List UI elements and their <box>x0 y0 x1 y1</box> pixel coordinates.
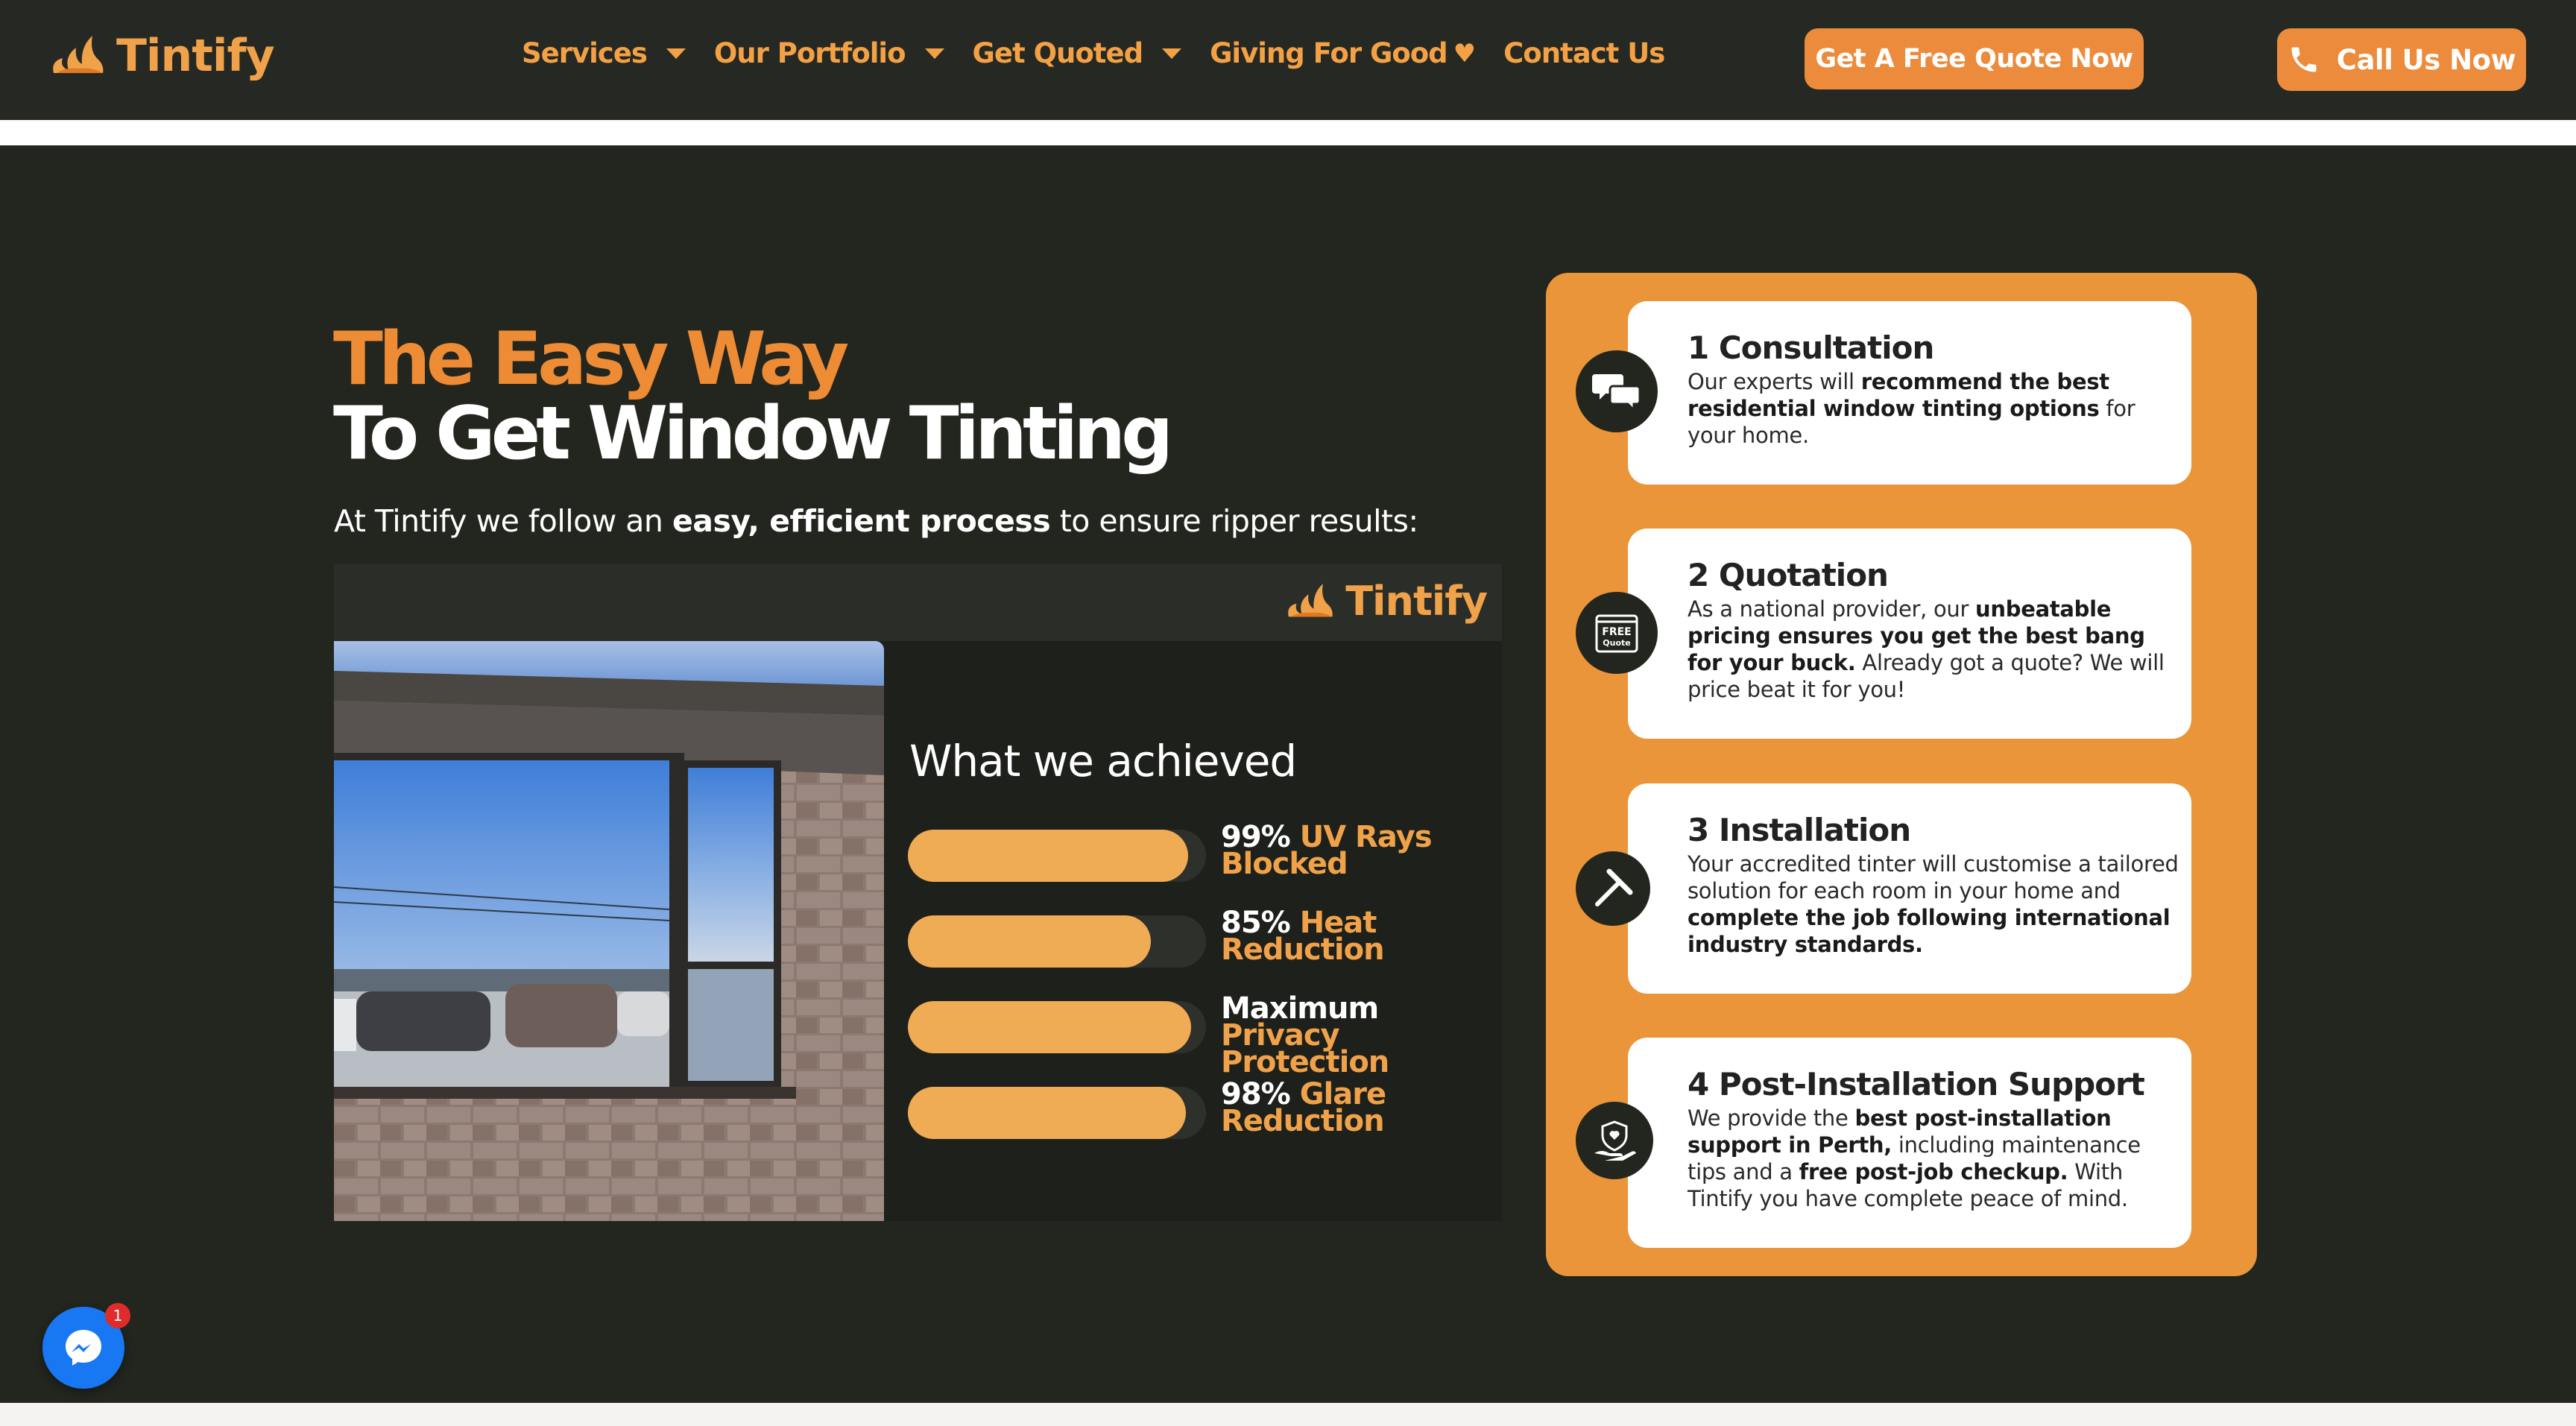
step-card-quotation: 2 Quotation As a national provider, our … <box>1628 529 2191 739</box>
stat-label: 85% Heat Reduction <box>1221 908 1489 965</box>
step-body-text: Our experts will <box>1688 369 1861 394</box>
nav-services-label: Services <box>522 37 648 69</box>
stat-bar-fill <box>908 1001 1191 1053</box>
nav-contact-label: Contact Us <box>1503 37 1665 69</box>
stat-label: 99% UV Rays Blocked <box>1221 822 1489 879</box>
nav-our-portfolio[interactable]: Our Portfolio <box>714 37 944 69</box>
messenger-icon <box>66 1330 101 1366</box>
chevron-down-icon <box>1162 48 1182 59</box>
stat-bar-fill <box>908 830 1189 882</box>
stat-uv-rays: 99% UV Rays Blocked <box>908 822 1474 883</box>
stat-label: 98% Glare Reduction <box>1221 1079 1489 1138</box>
video-logo-text: Tintify <box>1345 578 1488 625</box>
stat-label-line-2: Blocked <box>1221 847 1348 881</box>
phone-icon <box>2291 47 2317 72</box>
results-video[interactable]: Tintify What we achieved 99% UV Rays Blo… <box>334 564 1502 1221</box>
subtitle-bold: easy, efficient process <box>672 503 1051 539</box>
step-title: 2 Quotation <box>1688 557 1889 593</box>
stat-bar-fill <box>908 1087 1186 1139</box>
step-body: We provide the best post-installation su… <box>1688 1105 2179 1212</box>
notification-badge: 1 <box>105 1303 130 1328</box>
achieved-heading: What we achieved <box>909 736 1297 786</box>
step-title: 1 Consultation <box>1688 329 1934 366</box>
free-quote-icon: FREE Quote <box>1576 592 1658 674</box>
video-logo: Tintify <box>1284 578 1488 625</box>
subtitle-text-1: At Tintify we follow an <box>334 503 672 539</box>
step-card-consultation: 1 Consultation Our experts will recommen… <box>1628 301 2191 485</box>
step-title: 4 Post-Installation Support <box>1688 1066 2145 1102</box>
stat-label-line-2: Protection <box>1221 1045 1389 1079</box>
nav-giving-label: Giving For Good <box>1210 37 1448 69</box>
nav-portfolio-label: Our Portfolio <box>713 37 906 69</box>
video-top-bar: Tintify <box>334 564 1502 641</box>
tinted-window-photo <box>334 641 884 1221</box>
step-body-text: Your accredited tinter will customise a … <box>1688 851 2179 903</box>
heart-icon: ♥ <box>1453 38 1477 69</box>
step-card-post-installation: 4 Post-Installation Support We provide t… <box>1628 1038 2191 1248</box>
stat-bar-track <box>908 830 1206 882</box>
step-body-text: complete the job following international… <box>1688 905 2171 957</box>
subtitle-text-2: to ensure ripper results: <box>1050 503 1419 539</box>
hero-subtitle: At Tintify we follow an easy, efficient … <box>334 503 1418 539</box>
stat-label-line-2: Reduction <box>1221 1104 1385 1138</box>
stat-privacy-protection: Maximum Privacy Protection <box>908 994 1474 1077</box>
nav-giving-for-good[interactable]: Giving For Good ♥ <box>1210 37 1477 69</box>
header-divider <box>0 120 2576 145</box>
quote-button-label: Get A Free Quote Now <box>1815 44 2133 74</box>
svg-text:FREE: FREE <box>1602 626 1631 638</box>
step-title: 3 Installation <box>1688 812 1911 848</box>
stat-bar-fill <box>908 915 1151 968</box>
main-nav: Services Our Portfolio Get Quoted Giving… <box>522 37 1693 69</box>
call-us-button[interactable]: Call Us Now <box>2277 28 2526 91</box>
step-card-installation: 3 Installation Your accredited tinter wi… <box>1628 783 2191 994</box>
stat-heat-reduction: 85% Heat Reduction <box>908 908 1474 969</box>
flame-logo-icon <box>53 36 104 73</box>
chat-bubbles-icon <box>1576 350 1658 432</box>
svg-text:Quote: Quote <box>1603 638 1630 648</box>
stat-bar-track <box>908 915 1206 968</box>
site-logo[interactable]: Tintify <box>49 30 275 82</box>
squeegee-icon <box>1576 851 1650 926</box>
hero-title-line-2: To Get Window Tinting <box>333 391 1173 476</box>
chevron-down-icon <box>924 48 944 59</box>
chevron-down-icon <box>666 48 686 59</box>
stat-glare-reduction: 98% Glare Reduction <box>908 1079 1474 1141</box>
step-body-text: As a national provider, our <box>1688 596 1976 622</box>
step-body: Your accredited tinter will customise a … <box>1688 851 2179 958</box>
nav-contact-us[interactable]: Contact Us <box>1503 37 1665 69</box>
stat-bar-track <box>908 1001 1206 1053</box>
support-hand-icon <box>1576 1102 1653 1179</box>
flame-logo-icon <box>1288 583 1333 616</box>
nav-services[interactable]: Services <box>522 37 686 69</box>
nav-get-quoted-label: Get Quoted <box>972 37 1144 69</box>
logo-text: Tintify <box>116 30 275 82</box>
step-body-text: free post-job checkup. <box>1799 1159 2068 1184</box>
get-free-quote-button[interactable]: Get A Free Quote Now <box>1805 28 2144 89</box>
step-body: Our experts will recommend the best resi… <box>1688 368 2179 449</box>
step-body: As a national provider, our unbeatable p… <box>1688 596 2179 703</box>
stat-label: Maximum Privacy Protection <box>1221 994 1489 1079</box>
stat-bar-track <box>908 1087 1206 1139</box>
call-button-label: Call Us Now <box>2336 43 2516 76</box>
hero-title-line-1: The Easy Way <box>333 317 849 402</box>
process-steps-panel: 1 Consultation Our experts will recommen… <box>1546 273 2257 1276</box>
nav-get-quoted[interactable]: Get Quoted <box>973 37 1182 69</box>
site-header: Tintify Services Our Portfolio Get Quote… <box>0 0 2576 120</box>
hero-headline: The Easy Way To Get Window Tinting <box>333 317 1173 476</box>
stat-label-line-2: Reduction <box>1221 933 1385 967</box>
step-body-text: We provide the <box>1688 1105 1855 1131</box>
footer-strip <box>0 1403 2576 1426</box>
